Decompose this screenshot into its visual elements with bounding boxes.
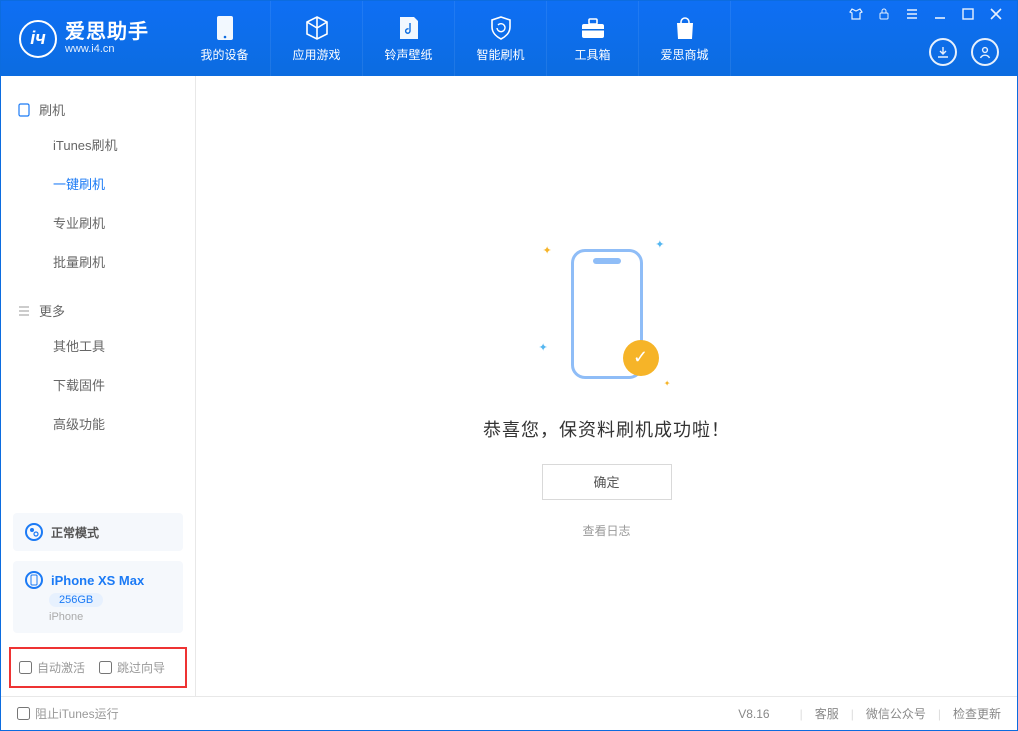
device-capacity-chip: 256GB [49,593,103,607]
sidebar-item-advanced[interactable]: 高级功能 [1,404,195,443]
view-log-link[interactable]: 查看日志 [582,522,630,539]
toolbox-icon [580,15,606,41]
sidebar-cards: 正常模式 iPhone XS Max 256GB iPhone [1,513,195,643]
tab-store[interactable]: 爱思商城 [639,1,731,76]
header-right-actions [929,38,999,66]
phone-icon [25,571,43,589]
shield-refresh-icon [488,15,514,41]
mode-icon [25,523,43,541]
device-card[interactable]: iPhone XS Max 256GB iPhone [13,561,183,633]
bag-icon [672,15,698,41]
logo-icon: iч [19,20,57,58]
sidebar-item-itunes-flash[interactable]: iTunes刷机 [1,125,195,164]
download-button[interactable] [929,38,957,66]
music-file-icon [396,15,422,41]
device-type: iPhone [49,611,83,623]
app-title: 爱思助手 [65,21,149,43]
sparkle-icon: ✦ [539,341,548,354]
tab-ringtones-wallpapers[interactable]: 铃声壁纸 [363,1,455,76]
user-button[interactable] [971,38,999,66]
tab-my-device[interactable]: 我的设备 [179,1,271,76]
auto-activate-checkbox[interactable]: 自动激活 [19,659,85,676]
app-window: iч 爱思助手 www.i4.cn 我的设备 应用游戏 铃声壁纸 智能刷机 [0,0,1018,731]
success-illustration: ✦ ✦ ✦ ✦ ✓ [537,234,677,394]
close-button[interactable] [987,7,1005,24]
check-update-link[interactable]: 检查更新 [953,705,1001,722]
minimize-button[interactable] [931,7,949,24]
shirt-icon[interactable] [847,7,865,24]
sparkle-icon: ✦ [664,379,671,388]
mode-label: 正常模式 [51,524,99,541]
device-name: iPhone XS Max [51,573,144,588]
sparkle-icon: ✦ [655,238,664,251]
support-link[interactable]: 客服 [815,705,839,722]
list-icon [17,304,31,318]
sidebar-item-batch-flash[interactable]: 批量刷机 [1,242,195,281]
device-small-icon [17,103,31,117]
success-message: 恭喜您，保资料刷机成功啦！ [483,416,730,442]
sidebar-item-download-firmware[interactable]: 下载固件 [1,365,195,404]
sidebar-item-other-tools[interactable]: 其他工具 [1,326,195,365]
wechat-link[interactable]: 微信公众号 [866,705,926,722]
menu-icon[interactable] [903,7,921,24]
block-itunes-checkbox[interactable]: 阻止iTunes运行 [17,705,119,722]
maximize-button[interactable] [959,7,977,24]
sidebar-item-oneclick-flash[interactable]: 一键刷机 [1,164,195,203]
header: iч 爱思助手 www.i4.cn 我的设备 应用游戏 铃声壁纸 智能刷机 [1,1,1017,76]
app-subtitle: www.i4.cn [65,43,149,55]
sidebar-group-title-flash: 刷机 [1,94,195,125]
sidebar-group-title-more: 更多 [1,295,195,326]
body: 刷机 iTunes刷机 一键刷机 专业刷机 批量刷机 更多 其他工具 下载固件 … [1,76,1017,696]
footer: 阻止iTunes运行 V8.16 | 客服 | 微信公众号 | 检查更新 [1,696,1017,730]
lock-icon[interactable] [875,7,893,24]
mode-card[interactable]: 正常模式 [13,513,183,551]
sidebar-group-flash: 刷机 iTunes刷机 一键刷机 专业刷机 批量刷机 [1,94,195,281]
version-label: V8.16 [738,707,769,721]
flash-options-row: 自动激活 跳过向导 [9,647,187,688]
tab-apps-games[interactable]: 应用游戏 [271,1,363,76]
sidebar-item-pro-flash[interactable]: 专业刷机 [1,203,195,242]
sidebar-group-more: 更多 其他工具 下载固件 高级功能 [1,295,195,443]
window-controls [847,7,1005,24]
skip-guide-checkbox[interactable]: 跳过向导 [99,659,165,676]
ok-button[interactable]: 确定 [542,464,672,500]
device-icon [212,15,238,41]
sparkle-icon: ✦ [543,244,552,257]
checkmark-badge-icon: ✓ [623,340,659,376]
tab-smart-flash[interactable]: 智能刷机 [455,1,547,76]
sidebar: 刷机 iTunes刷机 一键刷机 专业刷机 批量刷机 更多 其他工具 下载固件 … [1,76,196,696]
main-content: ✦ ✦ ✦ ✦ ✓ 恭喜您，保资料刷机成功啦！ 确定 查看日志 [196,76,1017,696]
logo[interactable]: iч 爱思助手 www.i4.cn [1,1,167,76]
tab-toolbox[interactable]: 工具箱 [547,1,639,76]
cube-icon [304,15,330,41]
nav-tabs: 我的设备 应用游戏 铃声壁纸 智能刷机 工具箱 爱思商城 [179,1,731,76]
